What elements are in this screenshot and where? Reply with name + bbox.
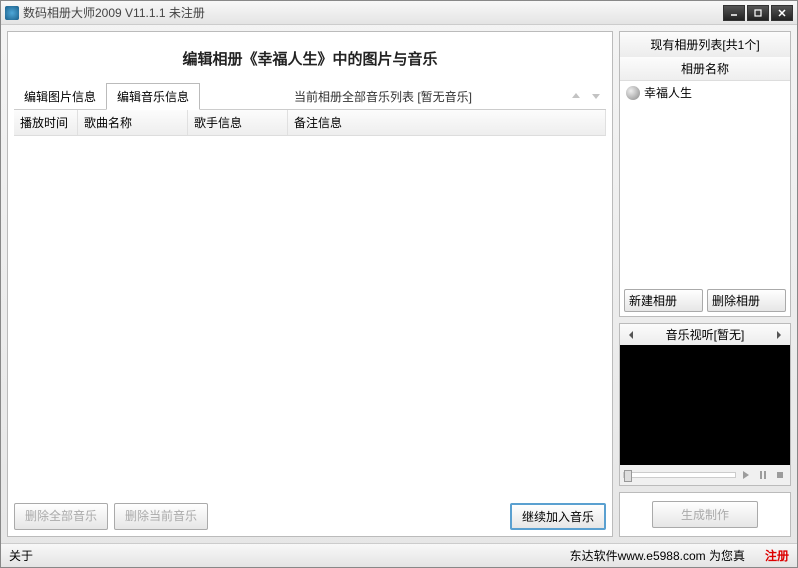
register-link[interactable]: 注册: [765, 547, 789, 564]
music-list-label: 当前相册全部音乐列表 [暂无音乐]: [200, 88, 566, 105]
player-controls: [620, 465, 790, 485]
generate-button[interactable]: 生成制作: [652, 501, 758, 528]
window-controls: [723, 5, 793, 21]
new-album-button[interactable]: 新建相册: [624, 289, 703, 312]
col-song-name[interactable]: 歌曲名称: [78, 110, 188, 135]
col-singer-info[interactable]: 歌手信息: [188, 110, 288, 135]
album-item-label: 幸福人生: [644, 84, 692, 101]
app-icon: [5, 6, 19, 20]
move-down-button[interactable]: [588, 88, 604, 104]
album-item[interactable]: 幸福人生: [620, 81, 790, 104]
album-list-header[interactable]: 相册名称: [620, 57, 790, 81]
main-bottom-bar: 删除全部音乐 删除当前音乐 继续加入音乐: [14, 497, 606, 530]
titlebar[interactable]: 数码相册大师2009 V11.1.1 未注册: [1, 1, 797, 25]
delete-album-button[interactable]: 删除相册: [707, 289, 786, 312]
main-title: 编辑相册《幸福人生》中的图片与音乐: [14, 38, 606, 83]
preview-prev-button[interactable]: [624, 328, 638, 342]
side-panel: 现有相册列表[共1个] 相册名称 幸福人生 新建相册 删除相册 音乐视听[暂无]: [619, 31, 791, 537]
minimize-button[interactable]: [723, 5, 745, 21]
maximize-button[interactable]: [747, 5, 769, 21]
statusbar: 关于 东达软件www.e5988.com 为您真 注册: [1, 543, 797, 567]
album-icon: [626, 86, 640, 100]
stop-button[interactable]: [773, 468, 787, 482]
pause-button[interactable]: [756, 468, 770, 482]
progress-bar[interactable]: [623, 472, 736, 478]
tab-edit-music[interactable]: 编辑音乐信息: [106, 83, 200, 110]
col-play-time[interactable]: 播放时间: [14, 110, 78, 135]
col-remark[interactable]: 备注信息: [288, 110, 606, 135]
preview-title-row: 音乐视听[暂无]: [620, 324, 790, 345]
play-button[interactable]: [739, 468, 753, 482]
tab-edit-image[interactable]: 编辑图片信息: [14, 84, 106, 109]
move-up-button[interactable]: [568, 88, 584, 104]
content-area: 编辑相册《幸福人生》中的图片与音乐 编辑图片信息 编辑音乐信息 当前相册全部音乐…: [1, 25, 797, 543]
about-link[interactable]: 关于: [9, 547, 53, 564]
main-panel: 编辑相册《幸福人生》中的图片与音乐 编辑图片信息 编辑音乐信息 当前相册全部音乐…: [7, 31, 613, 537]
close-button[interactable]: [771, 5, 793, 21]
music-table-body[interactable]: [14, 136, 606, 497]
preview-next-button[interactable]: [772, 328, 786, 342]
preview-video-area[interactable]: [620, 345, 790, 465]
generate-box: 生成制作: [619, 492, 791, 537]
app-window: 数码相册大师2009 V11.1.1 未注册 编辑相册《幸福人生》中的图片与音乐…: [0, 0, 798, 568]
company-text: 东达软件www.e5988.com 为您真: [570, 547, 745, 564]
album-list-title: 现有相册列表[共1个]: [620, 32, 790, 57]
window-title: 数码相册大师2009 V11.1.1 未注册: [23, 4, 723, 21]
tabs-row: 编辑图片信息 编辑音乐信息 当前相册全部音乐列表 [暂无音乐]: [14, 83, 606, 110]
music-preview-box: 音乐视听[暂无]: [619, 323, 791, 486]
music-table-header: 播放时间 歌曲名称 歌手信息 备注信息: [14, 110, 606, 136]
preview-title: 音乐视听[暂无]: [638, 326, 772, 343]
album-buttons: 新建相册 删除相册: [620, 285, 790, 316]
album-list-box: 现有相册列表[共1个] 相册名称 幸福人生 新建相册 删除相册: [619, 31, 791, 317]
album-list[interactable]: 幸福人生: [620, 81, 790, 285]
progress-thumb[interactable]: [624, 470, 632, 482]
continue-add-music-button[interactable]: 继续加入音乐: [510, 503, 606, 530]
status-right: 东达软件www.e5988.com 为您真 注册: [570, 547, 789, 564]
delete-all-music-button[interactable]: 删除全部音乐: [14, 503, 108, 530]
delete-current-music-button[interactable]: 删除当前音乐: [114, 503, 208, 530]
